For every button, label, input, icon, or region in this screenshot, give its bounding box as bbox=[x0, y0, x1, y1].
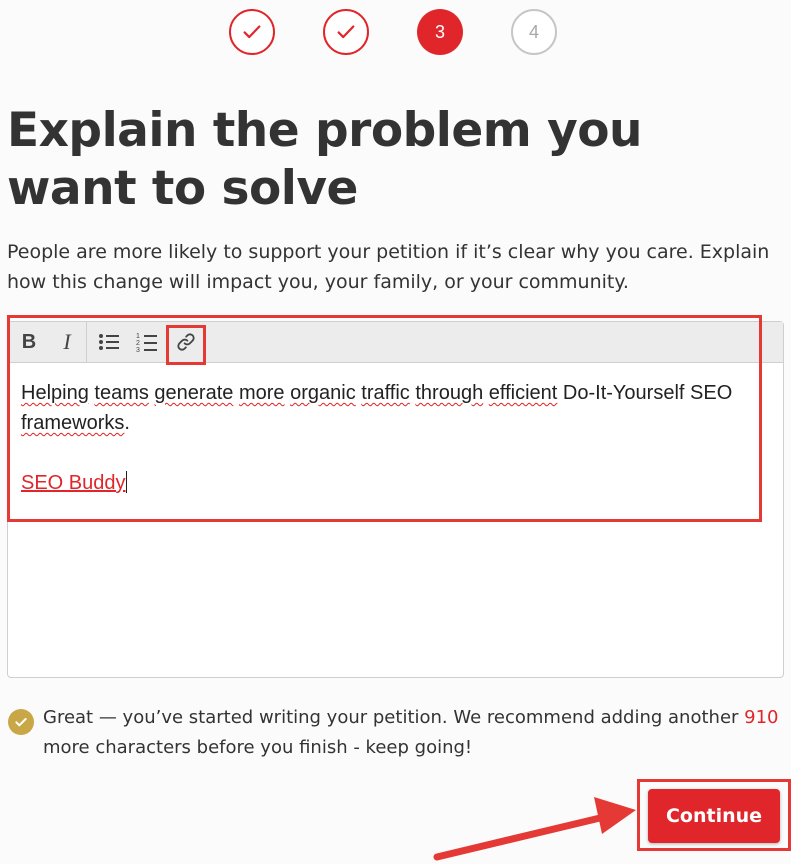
annotation-link-button-highlight bbox=[166, 325, 206, 365]
step-3-current: 3 bbox=[417, 9, 463, 55]
character-hint: Great — you’ve started writing your peti… bbox=[43, 703, 783, 763]
step-2-completed[interactable] bbox=[323, 9, 369, 55]
annotation-editor-highlight bbox=[7, 315, 762, 522]
hint-suffix: more characters before you finish - keep… bbox=[43, 737, 473, 758]
step-4-upcoming: 4 bbox=[511, 9, 557, 55]
check-circle-icon bbox=[8, 709, 34, 735]
check-icon bbox=[243, 25, 261, 39]
check-icon bbox=[337, 25, 355, 39]
continue-button[interactable]: Continue bbox=[648, 789, 780, 843]
step-1-completed[interactable] bbox=[229, 9, 275, 55]
remaining-characters-count: 910 bbox=[744, 707, 779, 728]
page-description: People are more likely to support your p… bbox=[7, 241, 770, 293]
hint-prefix: Great — you’ve started writing your peti… bbox=[43, 707, 745, 728]
page-title: Explain the problem you want to solve bbox=[7, 103, 642, 216]
